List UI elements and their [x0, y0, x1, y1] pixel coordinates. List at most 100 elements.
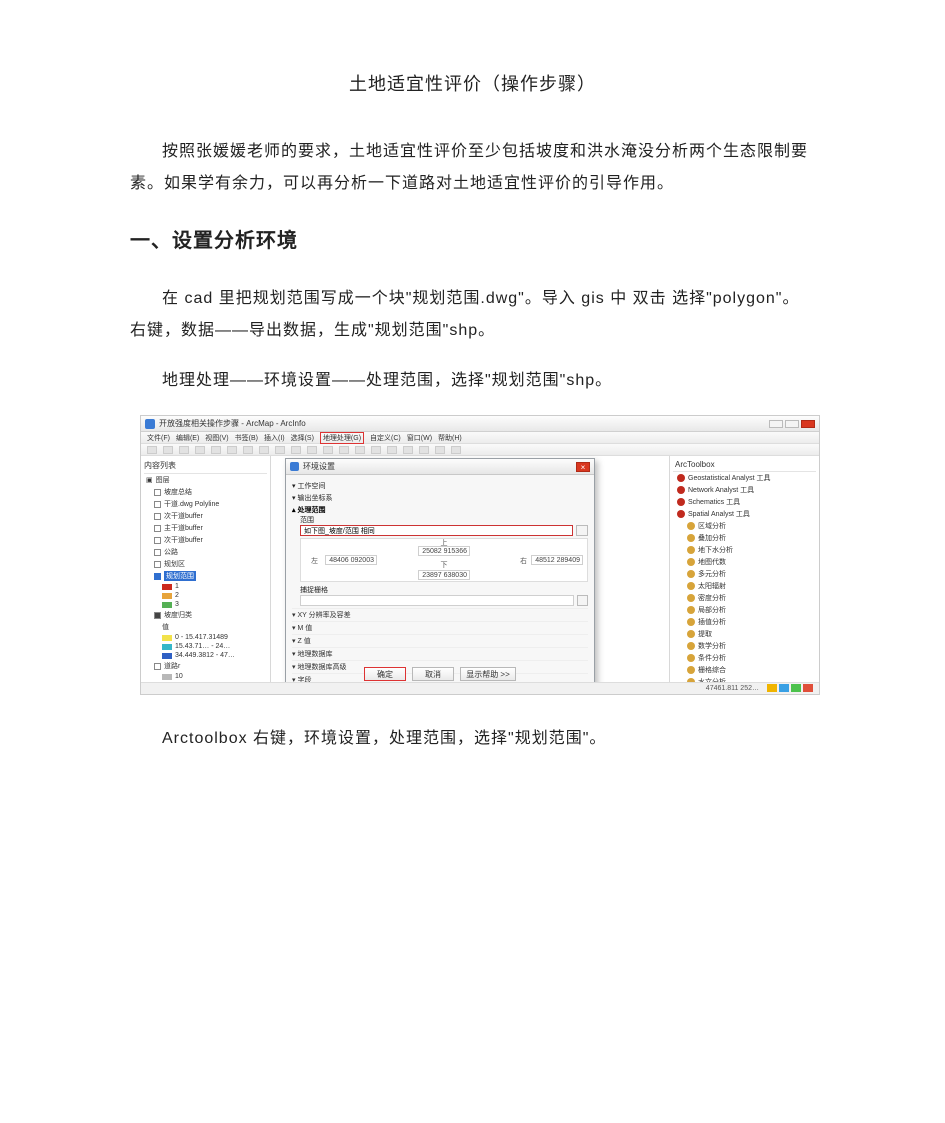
tool-icon[interactable] — [147, 446, 157, 454]
toolbox-item[interactable]: 数学分析 — [673, 640, 816, 652]
dialog-buttons: 确定 取消 显示帮助 >> — [286, 667, 594, 681]
toolbox-item[interactable]: 插值分析 — [673, 616, 816, 628]
menu-bookmark[interactable]: 书签(B) — [235, 433, 258, 443]
tool-icon[interactable] — [307, 446, 317, 454]
maximize-button[interactable] — [785, 420, 799, 428]
toolbox-item[interactable]: 区域分析 — [673, 520, 816, 532]
toc-layer[interactable]: 主干道buffer — [144, 522, 267, 534]
map-pane: 环境设置 × ▾ 工作空间 ▾ 输出坐标系 ▴ 处理范围 范围 — [271, 456, 669, 694]
toolbox-item[interactable]: 叠加分析 — [673, 532, 816, 544]
toc-layer[interactable]: 公路 — [144, 546, 267, 558]
toolbox-item[interactable]: Schematics 工具 — [673, 496, 816, 508]
tool-icon[interactable] — [179, 446, 189, 454]
menu-insert[interactable]: 插入(I) — [264, 433, 285, 443]
ok-button[interactable]: 确定 — [364, 667, 406, 681]
menu-customize[interactable]: 自定义(C) — [370, 433, 401, 443]
toolbox-item[interactable]: Network Analyst 工具 — [673, 484, 816, 496]
tool-icon[interactable] — [403, 446, 413, 454]
toolbox-icon — [677, 486, 685, 494]
toolset-icon — [687, 570, 695, 578]
toolset-icon — [687, 582, 695, 590]
arctoolbox-pane: ArcToolbox Geostatistical Analyst 工具Netw… — [669, 456, 819, 694]
toolbox-item[interactable]: 条件分析 — [673, 652, 816, 664]
toolbox-item[interactable]: 局部分析 — [673, 604, 816, 616]
toolset-icon — [687, 642, 695, 650]
toolbox-item-label: 多元分析 — [698, 569, 726, 579]
minimize-button[interactable] — [769, 420, 783, 428]
toolbox-item[interactable]: 太阳辐射 — [673, 580, 816, 592]
toolset-icon — [687, 594, 695, 602]
cat-item[interactable]: ▾ M 值 — [292, 621, 588, 634]
toolset-icon — [687, 534, 695, 542]
cat-item[interactable]: ▾ XY 分辨率及容差 — [292, 608, 588, 621]
toolbox-item[interactable]: 多元分析 — [673, 568, 816, 580]
cat-item[interactable]: ▾ Z 值 — [292, 634, 588, 647]
toc-layer[interactable]: 坡度归类 — [144, 609, 267, 621]
menu-edit[interactable]: 编辑(E) — [176, 433, 199, 443]
toolbox-item-label: Schematics 工具 — [688, 497, 740, 507]
tool-icon[interactable] — [291, 446, 301, 454]
legend-item: 2 — [144, 591, 267, 600]
toc-root[interactable]: ▣图层 — [144, 474, 267, 486]
tool-icon[interactable] — [355, 446, 365, 454]
toolbox-item[interactable]: Geostatistical Analyst 工具 — [673, 472, 816, 484]
tool-icon[interactable] — [227, 446, 237, 454]
close-button[interactable] — [801, 420, 815, 428]
tool-icon[interactable] — [275, 446, 285, 454]
menu-view[interactable]: 视图(V) — [205, 433, 228, 443]
legend-item: 1 — [144, 582, 267, 591]
tool-icon[interactable] — [259, 446, 269, 454]
browse-button[interactable] — [577, 595, 589, 606]
val-left: 48406 092003 — [325, 555, 377, 565]
paragraph-3: Arctoolbox 右键，环境设置，处理范围，选择"规划范围"。 — [130, 723, 815, 755]
tool-icon[interactable] — [371, 446, 381, 454]
cancel-button[interactable]: 取消 — [412, 667, 454, 681]
toolbox-item[interactable]: Spatial Analyst 工具 — [673, 508, 816, 520]
toolbox-item[interactable]: 地图代数 — [673, 556, 816, 568]
tool-icon[interactable] — [387, 446, 397, 454]
menu-geoprocessing[interactable]: 地理处理(G) — [320, 432, 364, 444]
menu-window[interactable]: 窗口(W) — [407, 433, 432, 443]
arcmap-screenshot: 开放强度相关操作步骤 - ArcMap - ArcInfo 文件(F) 编辑(E… — [140, 415, 815, 695]
tool-icon[interactable] — [339, 446, 349, 454]
toolbox-item[interactable]: 密度分析 — [673, 592, 816, 604]
toolbox-item[interactable]: 栅格综合 — [673, 664, 816, 676]
toc-layer[interactable]: 坡度总结 — [144, 486, 267, 498]
sec-coords[interactable]: ▾ 输出坐标系 — [292, 493, 588, 503]
snap-select[interactable] — [300, 595, 574, 606]
toolbox-item[interactable]: 提取 — [673, 628, 816, 640]
tool-icon[interactable] — [419, 446, 429, 454]
tool-icon[interactable] — [451, 446, 461, 454]
tool-icon[interactable] — [323, 446, 333, 454]
toc-layer[interactable]: 次干道buffer — [144, 534, 267, 546]
tool-icon[interactable] — [243, 446, 253, 454]
extent-value-input[interactable] — [300, 525, 573, 536]
toolbox-item-label: 地下水分析 — [698, 545, 733, 555]
tool-icon[interactable] — [435, 446, 445, 454]
heading-1: 一、设置分析环境 — [130, 224, 815, 253]
tool-icon[interactable] — [195, 446, 205, 454]
dialog-close-button[interactable]: × — [576, 462, 590, 472]
toc-layer[interactable]: 次干道buffer — [144, 510, 267, 522]
cat-item[interactable]: ▾ 地理数据库 — [292, 647, 588, 660]
help-button[interactable]: 显示帮助 >> — [460, 667, 516, 681]
tool-icon[interactable] — [211, 446, 221, 454]
toc-layer[interactable]: 规划区 — [144, 558, 267, 570]
sec-workspace[interactable]: ▾ 工作空间 — [292, 481, 588, 491]
browse-button[interactable] — [576, 525, 588, 536]
dir-bottom: 下 — [441, 560, 448, 570]
val-bottom: 23897 638030 — [418, 570, 470, 580]
toc-layer[interactable]: 干道.dwg Polyline — [144, 498, 267, 510]
toc-layer-highlight[interactable]: 规划范围 — [144, 570, 267, 582]
toc-layer[interactable]: 道路r — [144, 660, 267, 672]
extent-box: 上 25082 915366 左 48406 092003 右 48512 28… — [300, 538, 588, 582]
menu-file[interactable]: 文件(F) — [147, 433, 170, 443]
toolbox-item-label: 条件分析 — [698, 653, 726, 663]
legend-sub: 值 — [144, 621, 267, 633]
menu-help[interactable]: 帮助(H) — [438, 433, 462, 443]
toolbox-item[interactable]: 地下水分析 — [673, 544, 816, 556]
toolbox-item-label: Spatial Analyst 工具 — [688, 509, 750, 519]
menu-select[interactable]: 选择(S) — [291, 433, 314, 443]
toolset-icon — [687, 558, 695, 566]
tool-icon[interactable] — [163, 446, 173, 454]
